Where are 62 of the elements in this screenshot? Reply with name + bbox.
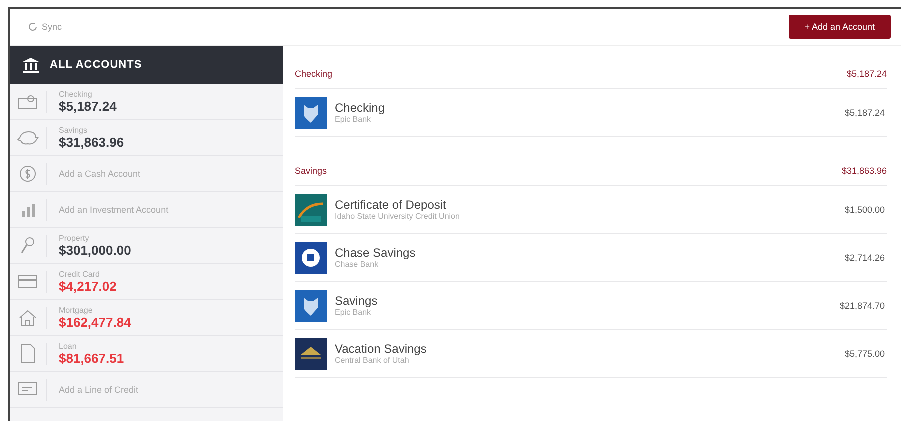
account-balance: $31,863.96 <box>59 134 124 150</box>
account-amount: $5,187.24 <box>844 108 885 118</box>
bank-name: Epic Bank <box>335 308 372 317</box>
account-type-label: Mortgage <box>59 306 94 314</box>
account-row[interactable]: Vacation Savings Central Bank of Utah $5,775.00 <box>295 330 887 378</box>
account-name: Vacation Savings <box>335 342 428 356</box>
all-accounts-label: ALL ACCOUNTS <box>50 59 142 71</box>
account-type-label: Credit Card <box>59 270 101 278</box>
bank-logo-icon <box>295 338 327 370</box>
account-balance: $81,667.51 <box>59 350 124 366</box>
bank-name: Epic Bank <box>335 115 372 124</box>
sidebar-item[interactable]: Property $301,000.00 <box>10 228 283 264</box>
bar-chart-icon <box>20 202 36 218</box>
wallet-icon <box>18 94 38 110</box>
section-title: Checking <box>295 69 333 79</box>
account-name: Chase Savings <box>335 246 417 260</box>
bank-logo-icon <box>295 96 327 128</box>
sidebar-item[interactable]: Savings $31,863.96 <box>10 120 283 156</box>
bank-name: Central Bank of Utah <box>335 356 410 365</box>
account-balance: $5,187.24 <box>59 98 117 114</box>
account-row[interactable]: Certificate of Deposit Idaho State University Credit Union $1,500.00 <box>295 186 887 234</box>
add-account-label: Add a Line of Credit <box>59 384 139 394</box>
bank-logo-icon <box>295 242 327 274</box>
bank-logo-icon <box>295 290 327 322</box>
account-amount: $5,775.00 <box>844 348 885 358</box>
credit-card-icon <box>18 274 38 288</box>
account-balance: $301,000.00 <box>59 242 132 258</box>
account-type-label: Property <box>59 234 90 242</box>
account-name: Savings <box>335 294 379 308</box>
bank-name: Idaho State University Credit Union <box>335 212 461 221</box>
dollar-icon <box>19 164 37 182</box>
add-account-button[interactable]: + Add an Account <box>788 15 891 39</box>
bank-name: Chase Bank <box>335 260 380 269</box>
house-icon <box>18 308 38 326</box>
section-total: $31,863.96 <box>842 166 887 176</box>
card-icon <box>18 382 38 398</box>
account-row[interactable]: Savings Epic Bank $21,874.70 <box>295 282 887 330</box>
account-row[interactable]: Checking Epic Bank $5,187.24 <box>295 89 887 137</box>
all-accounts-header[interactable]: ALL ACCOUNTS <box>10 46 283 84</box>
bank-icon <box>22 57 40 73</box>
section-title: Savings <box>295 166 328 176</box>
sidebar-item[interactable]: Mortgage $162,477.84 <box>10 300 283 336</box>
add-account-label: Add an Investment Account <box>59 204 169 214</box>
account-type-label: Checking <box>59 90 94 98</box>
sidebar-item[interactable]: Loan $81,667.51 <box>10 336 283 372</box>
refresh-icon <box>28 22 38 32</box>
sidebar-item[interactable]: Credit Card $4,217.02 <box>10 264 283 300</box>
account-type-label: Savings <box>59 126 88 134</box>
account-amount: $21,874.70 <box>840 300 885 310</box>
account-amount: $2,714.26 <box>844 252 885 262</box>
account-row[interactable]: Chase Savings Chase Bank $2,714.26 <box>295 234 887 282</box>
account-balance: $4,217.02 <box>59 278 117 294</box>
sidebar-item[interactable]: Checking $5,187.24 <box>10 84 283 120</box>
section-total: $5,187.24 <box>846 69 887 79</box>
account-type-label: Loan <box>59 342 78 350</box>
account-name: Certificate of Deposit <box>335 198 448 212</box>
bank-logo-icon <box>295 194 327 226</box>
document-icon <box>20 344 36 364</box>
add-account-label: Add a Cash Account <box>59 168 141 178</box>
account-amount: $1,500.00 <box>844 204 885 214</box>
account-balance: $162,477.84 <box>59 314 132 330</box>
account-name: Checking <box>335 101 386 115</box>
